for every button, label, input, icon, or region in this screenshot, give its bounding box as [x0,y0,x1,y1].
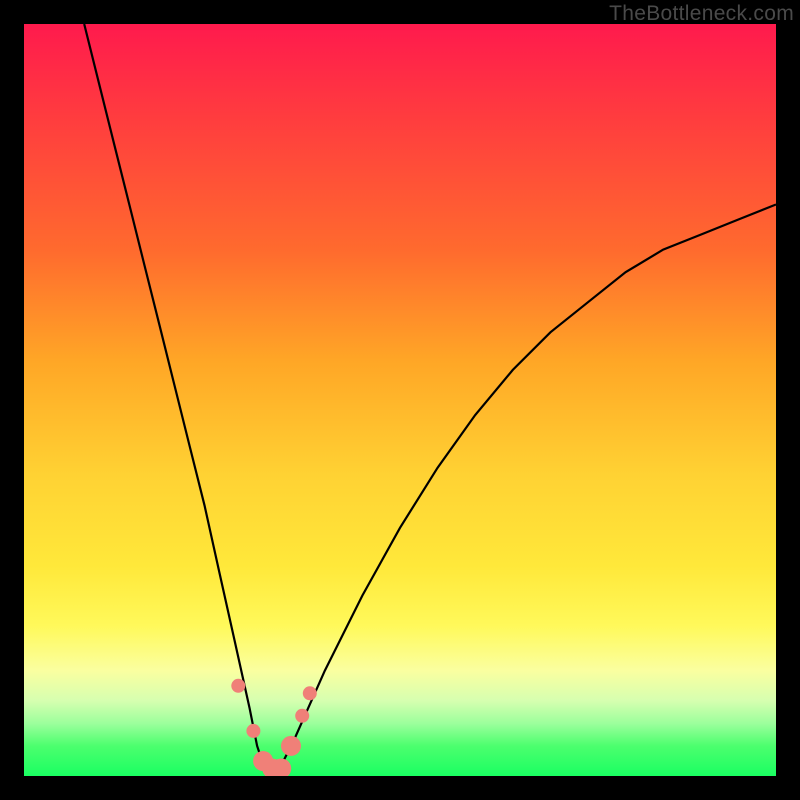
chart-frame [24,24,776,776]
watermark-label: TheBottleneck.com [609,2,794,26]
chart-background-gradient [24,24,776,776]
